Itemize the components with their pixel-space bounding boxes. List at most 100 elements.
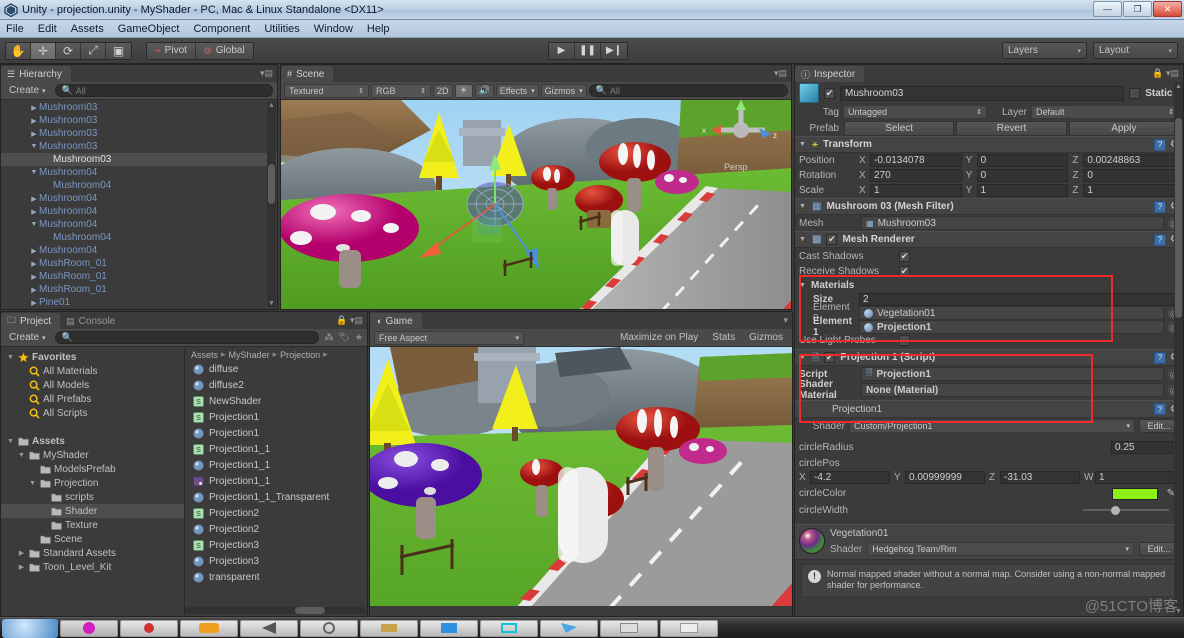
circle-pos-y-input[interactable]: 0.00999999 [905,471,985,484]
hierarchy-item[interactable]: ▶ Mushroom03 [1,114,277,127]
material-projection-header[interactable]: Projection1 ? ⚙ [795,400,1183,418]
hand-tool-icon[interactable]: ✋ [6,42,31,59]
project-tree-item[interactable]: ModelsPrefab [1,462,184,476]
materials-size-input[interactable]: 2 [859,292,1179,306]
scale-x-input[interactable]: 1 [870,184,962,197]
chevron-right-icon[interactable]: ▶ [29,273,39,281]
chevron-down-icon[interactable]: ▼ [799,282,807,289]
script-enabled-checkbox[interactable]: ✔ [824,352,836,363]
circle-color-swatch[interactable] [1111,487,1158,500]
scroll-down-icon[interactable]: ▼ [268,300,275,307]
taskbar-item[interactable] [240,619,298,637]
project-asset-list[interactable]: diffuse diffuse2 S NewShader S Projection1 Pro… [185,361,367,585]
tab-project[interactable]: 🗀 Project [1,313,61,329]
help-icon[interactable]: ? [1154,138,1167,151]
project-asset-item[interactable]: transparent [185,569,367,585]
rotate-tool-icon[interactable]: ⟳ [56,42,81,59]
chevron-down-icon[interactable]: ▼ [17,452,26,459]
hierarchy-item[interactable]: ▼ Mushroom04 [1,218,277,231]
project-asset-item[interactable]: Projection1_1 [185,473,367,489]
hierarchy-scroll-thumb[interactable] [268,164,275,204]
taskbar-item[interactable] [540,619,598,637]
filter-label-icon[interactable]: 🏷 [338,332,349,343]
layer-dropdown[interactable]: Default ⇕ [1031,105,1179,119]
hierarchy-search-input[interactable]: 🔍 All [54,84,273,97]
pause-button[interactable]: ❚❚ [575,42,601,59]
hierarchy-item[interactable]: ▶ Mushroom04 [1,244,277,257]
project-asset-item[interactable]: S Projection1 [185,409,367,425]
gameobject-active-checkbox[interactable]: ✔ [824,87,835,99]
vegetation-shader-dropdown[interactable]: Hedgehog Team/Rim ▾ [867,542,1134,556]
chevron-right-icon[interactable]: ▶ [29,286,39,294]
menu-edit[interactable]: Edit [38,23,57,35]
scroll-up-icon[interactable]: ▲ [268,102,275,109]
chevron-down-icon[interactable]: ▼ [28,480,37,487]
tab-scene[interactable]: # Scene [281,66,334,82]
prefab-apply-button[interactable]: Apply [1068,120,1179,136]
chevron-down-icon[interactable]: ▼ [29,143,39,150]
hierarchy-item[interactable]: ▶ MushRoom_01 [1,283,277,296]
chevron-down-icon[interactable]: ▼ [29,221,39,228]
hierarchy-item[interactable]: ▶ Pine01 [1,296,277,309]
hierarchy-scrollbar[interactable]: ▲ ▼ [267,102,276,307]
project-search-input[interactable]: 🔍 [54,331,320,344]
circle-radius-input[interactable]: 0.25 [1111,440,1173,454]
taskbar-item[interactable] [600,619,658,637]
scene-gizmos-dropdown[interactable]: Gizmos ▾ [540,83,587,98]
chevron-down-icon[interactable]: ▼ [6,438,15,445]
element1-object-field[interactable]: Projection1 [859,320,1164,334]
scene-search-input[interactable]: 🔍 All [588,84,788,97]
project-tree-item[interactable]: Shader [1,504,184,518]
menu-help[interactable]: Help [367,23,390,35]
chevron-right-icon[interactable]: ▶ [29,247,39,255]
game-aspect-dropdown[interactable]: Free Aspect ▾ [374,330,524,345]
rotation-z-input[interactable]: 0 [1083,169,1176,182]
chevron-down-icon[interactable]: ▼ [799,141,807,148]
scale-tool-icon[interactable]: ⤢ [81,42,106,59]
scene-2d-toggle[interactable]: 2D [433,83,453,98]
materials-foldout-row[interactable]: ▼ Materials [795,278,1183,292]
menu-component[interactable]: Component [193,23,250,35]
hierarchy-list[interactable]: ▶ Mushroom03 ▶ Mushroom03 ▶ Mushroom03 ▼ Mushro… [1,101,277,309]
scale-y-input[interactable]: 1 [976,184,1069,197]
receive-shadows-checkbox[interactable]: ✔ [899,265,910,277]
cast-shadows-checkbox[interactable]: ✔ [899,250,910,262]
circle-pos-x-input[interactable]: -4.2 [810,471,890,484]
hierarchy-create-button[interactable]: Create ▾ [5,84,50,97]
project-tree-item[interactable]: scripts [1,490,184,504]
minimize-button[interactable]: — [1093,1,1122,17]
chevron-right-icon[interactable]: ▶ [29,130,39,138]
project-tree-item[interactable]: Scene [1,532,184,546]
inspector-scrollbar[interactable]: ▲ ▼ [1174,82,1183,616]
start-button[interactable] [2,618,58,638]
game-stats-toggle[interactable]: Stats [707,332,740,343]
chevron-right-icon[interactable]: ▶ [29,195,39,203]
move-tool-icon[interactable]: ✛ [31,42,56,59]
tab-game[interactable]: ◖ Game [370,313,422,329]
project-tree-item[interactable]: ▶ Standard Assets [1,546,184,560]
project-tree-item[interactable]: All Materials [1,364,184,378]
menu-window[interactable]: Window [314,23,353,35]
help-icon[interactable]: ? [1154,200,1167,213]
hierarchy-item[interactable]: ▶ MushRoom_01 [1,257,277,270]
layout-dropdown[interactable]: Layout ▾ [1093,42,1178,59]
play-button[interactable]: ▶ [549,42,575,59]
slider-knob[interactable] [1111,505,1120,515]
taskbar-item[interactable] [300,619,358,637]
breadcrumb-item[interactable]: Projection [280,350,320,360]
script-component-header[interactable]: ▼ 🗎 ✔ Projection 1 (Script) ? ⚙ [795,349,1183,366]
circle-pos-z-input[interactable]: -31.03 [1000,471,1080,484]
taskbar-item[interactable] [180,619,238,637]
hierarchy-tab-menu[interactable]: ▾▤ [260,68,273,79]
project-tree-item[interactable]: All Scripts [1,406,184,420]
vegetation-shader-edit-button[interactable]: Edit... [1139,542,1179,556]
scene-tab-menu[interactable]: ▾▤ [774,68,787,79]
chevron-down-icon[interactable]: ▼ [799,354,807,361]
circle-width-slider[interactable] [1083,504,1169,516]
taskbar-item[interactable] [120,619,178,637]
project-folder-tree[interactable]: ▼ Favorites All Materials All Models All Pre… [1,348,185,616]
project-asset-item[interactable]: Projection1 [185,425,367,441]
project-asset-item[interactable]: Projection1_1_Transparent [185,489,367,505]
project-tree-item[interactable]: Texture [1,518,184,532]
prefab-select-button[interactable]: Select [844,120,955,136]
